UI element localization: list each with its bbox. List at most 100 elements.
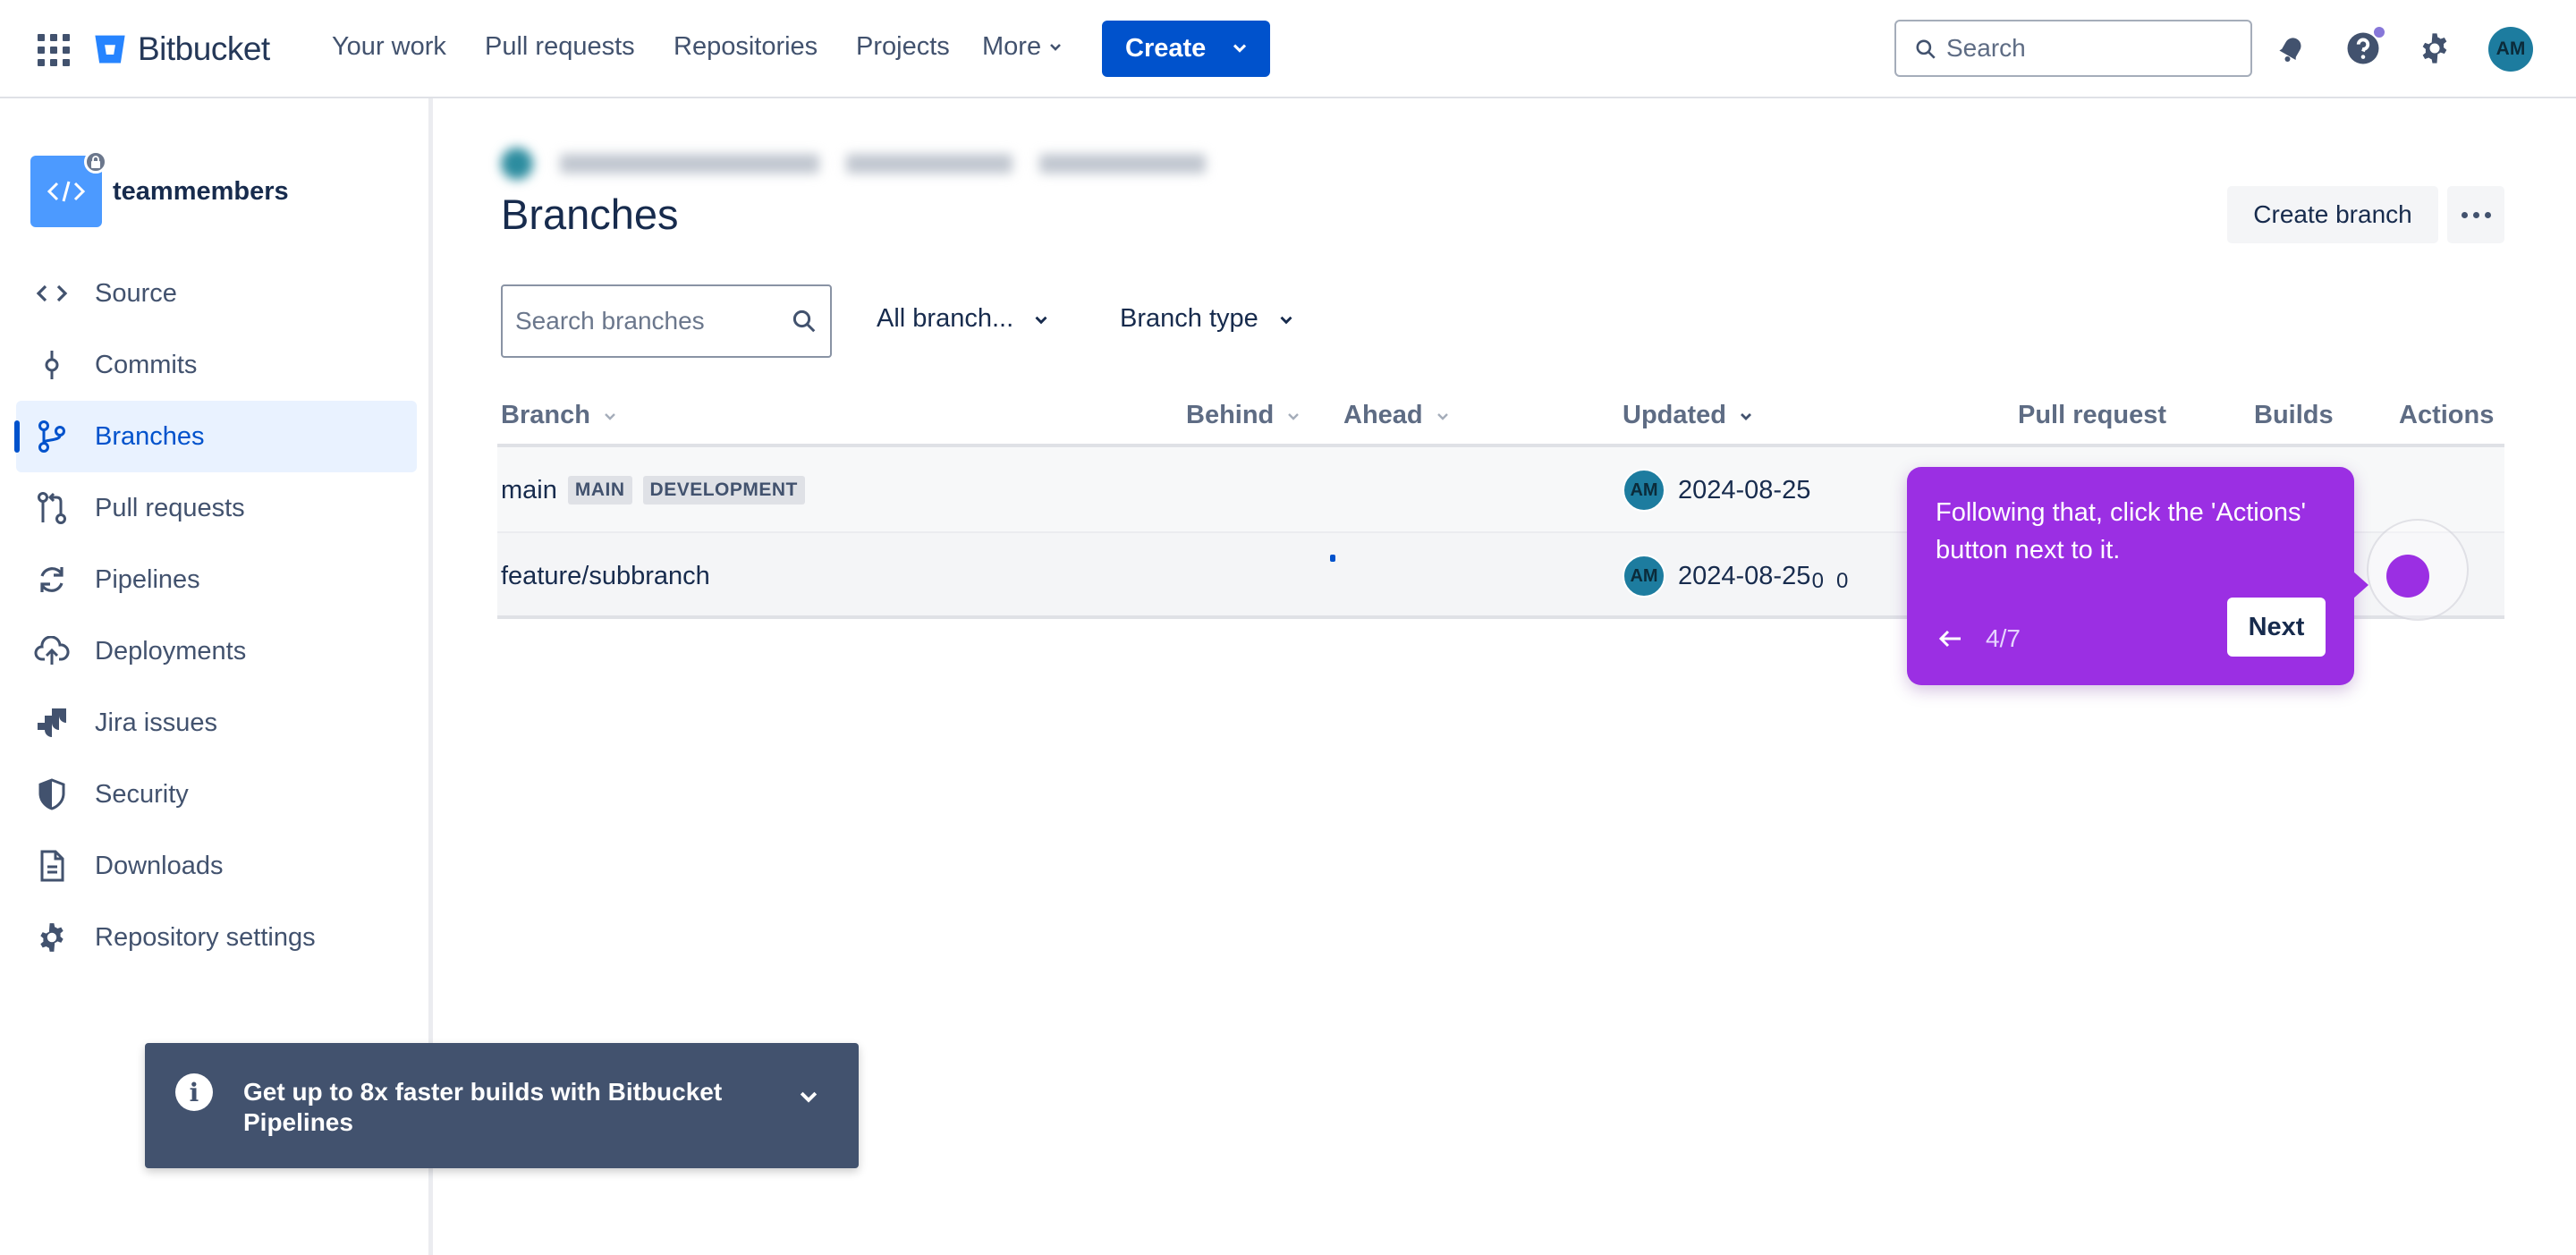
create-button[interactable]: Create xyxy=(1102,21,1270,77)
sidebar-item-commits[interactable]: Commits xyxy=(16,329,417,401)
column-header-label: Ahead xyxy=(1343,401,1423,429)
branch-type-filter[interactable]: Branch type xyxy=(1120,304,1296,334)
sidebar-item-branches[interactable]: Branches xyxy=(14,401,417,472)
sidebar-item-label: Commits xyxy=(95,350,198,379)
guide-step-counter: 4/7 xyxy=(1986,624,2021,652)
guide-back-button[interactable] xyxy=(1932,621,1968,657)
nav-repositories[interactable]: Repositories xyxy=(674,32,818,62)
settings-icon[interactable] xyxy=(2413,27,2456,70)
chevron-down-icon xyxy=(1280,316,1292,324)
nav-your-work[interactable]: Your work xyxy=(332,32,446,62)
updated-date: 2024-08-25 xyxy=(1678,475,1811,505)
flag-expand-button[interactable] xyxy=(791,1079,826,1115)
all-branches-filter[interactable]: All branch... xyxy=(877,304,1051,334)
branch-badge-development: DEVELOPMENT xyxy=(642,476,805,505)
branch-link[interactable]: main xyxy=(501,476,557,505)
notifications-icon[interactable] xyxy=(2270,27,2313,70)
branch-link[interactable]: feature/subbranch xyxy=(501,562,710,591)
create-branch-button[interactable]: Create branch xyxy=(2227,186,2438,243)
search-icon xyxy=(792,310,816,333)
sidebar-item-label: Repository settings xyxy=(95,922,316,952)
behind-ahead-bar xyxy=(1330,555,1335,562)
help-icon[interactable] xyxy=(2342,25,2386,70)
sidebar-item-pipelines[interactable]: Pipelines xyxy=(16,544,417,615)
shield-icon xyxy=(34,776,70,812)
column-header-label: Branch xyxy=(501,401,590,429)
column-header-label: Behind xyxy=(1186,401,1275,429)
bell-icon xyxy=(2279,38,2301,62)
column-header-branch[interactable]: Branch xyxy=(501,401,619,430)
global-search-placeholder: Search xyxy=(1946,34,2026,62)
sidebar-item-label: Downloads xyxy=(95,851,224,880)
sidebar-item-downloads[interactable]: Downloads xyxy=(16,830,417,902)
sidebar-item-pull-requests[interactable]: Pull requests xyxy=(16,472,417,544)
breadcrumb xyxy=(501,148,1233,180)
sidebar-item-deployments[interactable]: Deployments xyxy=(16,615,417,687)
sidebar-item-label: Branches xyxy=(95,421,205,451)
behind-count: 0 xyxy=(1811,569,1824,593)
chevron-down-icon xyxy=(1741,412,1751,420)
author-avatar: AM xyxy=(1623,555,1665,598)
global-search[interactable]: Search xyxy=(1894,20,2252,77)
sidebar-item-label: Deployments xyxy=(95,636,247,666)
chevron-down-icon xyxy=(1050,43,1061,51)
sidebar-item-repository-settings[interactable]: Repository settings xyxy=(16,902,417,973)
chevron-down-icon xyxy=(1233,44,1247,53)
author-avatar: AM xyxy=(1623,469,1665,512)
branch-name-cell: main MAIN DEVELOPMENT xyxy=(501,447,805,533)
branch-badge-main: MAIN xyxy=(567,476,632,505)
branch-type-filter-label: Branch type xyxy=(1120,304,1258,333)
sidebar-item-jira-issues[interactable]: Jira issues xyxy=(16,687,417,759)
search-icon xyxy=(1916,39,1936,59)
all-branches-filter-label: All branch... xyxy=(877,304,1014,333)
chevron-down-icon xyxy=(1288,412,1300,420)
page-title: Branches xyxy=(501,191,679,238)
column-header-actions: Actions xyxy=(2399,401,2495,429)
create-button-label: Create xyxy=(1125,34,1207,63)
branch-icon xyxy=(34,419,70,454)
sidebar-item-label: Source xyxy=(95,278,177,308)
column-header-label: Updated xyxy=(1623,401,1726,429)
bitbucket-logo[interactable]: Bitbucket xyxy=(93,27,270,72)
chevron-down-icon xyxy=(1035,316,1047,324)
flag-text: Get up to 8x faster builds with Bitbucke… xyxy=(243,1078,723,1136)
nav-more-label: More xyxy=(982,32,1042,61)
branch-search-input[interactable] xyxy=(501,284,832,358)
repository-header[interactable]: teammembers xyxy=(30,150,289,227)
top-navigation: Bitbucket Your work Pull requests Reposi… xyxy=(0,0,2576,98)
app-switcher-icon[interactable] xyxy=(38,34,70,66)
chevron-down-icon xyxy=(1436,412,1448,420)
chevron-down-icon xyxy=(605,412,615,420)
nav-projects[interactable]: Projects xyxy=(856,32,950,62)
lock-icon xyxy=(84,150,107,174)
sidebar-item-source[interactable]: Source xyxy=(16,258,417,329)
sidebar-item-label: Jira issues xyxy=(95,708,217,737)
guide-beacon[interactable] xyxy=(2386,555,2429,598)
more-actions-button[interactable] xyxy=(2447,186,2504,243)
brand-name: Bitbucket xyxy=(138,30,270,67)
sidebar-item-label: Security xyxy=(95,779,189,809)
cloud-upload-icon xyxy=(34,633,70,669)
column-header-updated[interactable]: Updated xyxy=(1623,401,1755,430)
user-avatar[interactable]: AM xyxy=(2488,27,2533,72)
guide-tooltip: Following that, click the 'Actions' butt… xyxy=(1907,467,2368,685)
document-icon xyxy=(34,848,70,884)
help-badge-dot xyxy=(2372,25,2386,39)
nav-more[interactable]: More xyxy=(982,32,1064,62)
column-header-behind[interactable]: Behind xyxy=(1186,401,1302,430)
updated-cell: AM 2024-08-25 xyxy=(1623,447,1810,533)
guide-next-button[interactable]: Next xyxy=(2227,598,2326,657)
repository-avatar xyxy=(30,150,107,227)
code-icon xyxy=(34,276,70,311)
ahead-count: 0 xyxy=(1836,569,1849,593)
column-header-ahead[interactable]: Ahead xyxy=(1343,401,1452,430)
gear-icon xyxy=(2422,33,2447,64)
info-icon: i xyxy=(175,1073,213,1111)
column-header-builds: Builds xyxy=(2254,401,2334,429)
sidebar-item-security[interactable]: Security xyxy=(16,759,417,830)
column-header-pull-request: Pull request xyxy=(2018,401,2166,429)
pipelines-promo-flag: i Get up to 8x faster builds with Bitbuc… xyxy=(145,1043,859,1168)
guide-text: Following that, click the 'Actions' butt… xyxy=(1936,498,2307,564)
nav-pull-requests[interactable]: Pull requests xyxy=(485,32,635,62)
branch-name-cell: feature/subbranch xyxy=(501,533,710,619)
